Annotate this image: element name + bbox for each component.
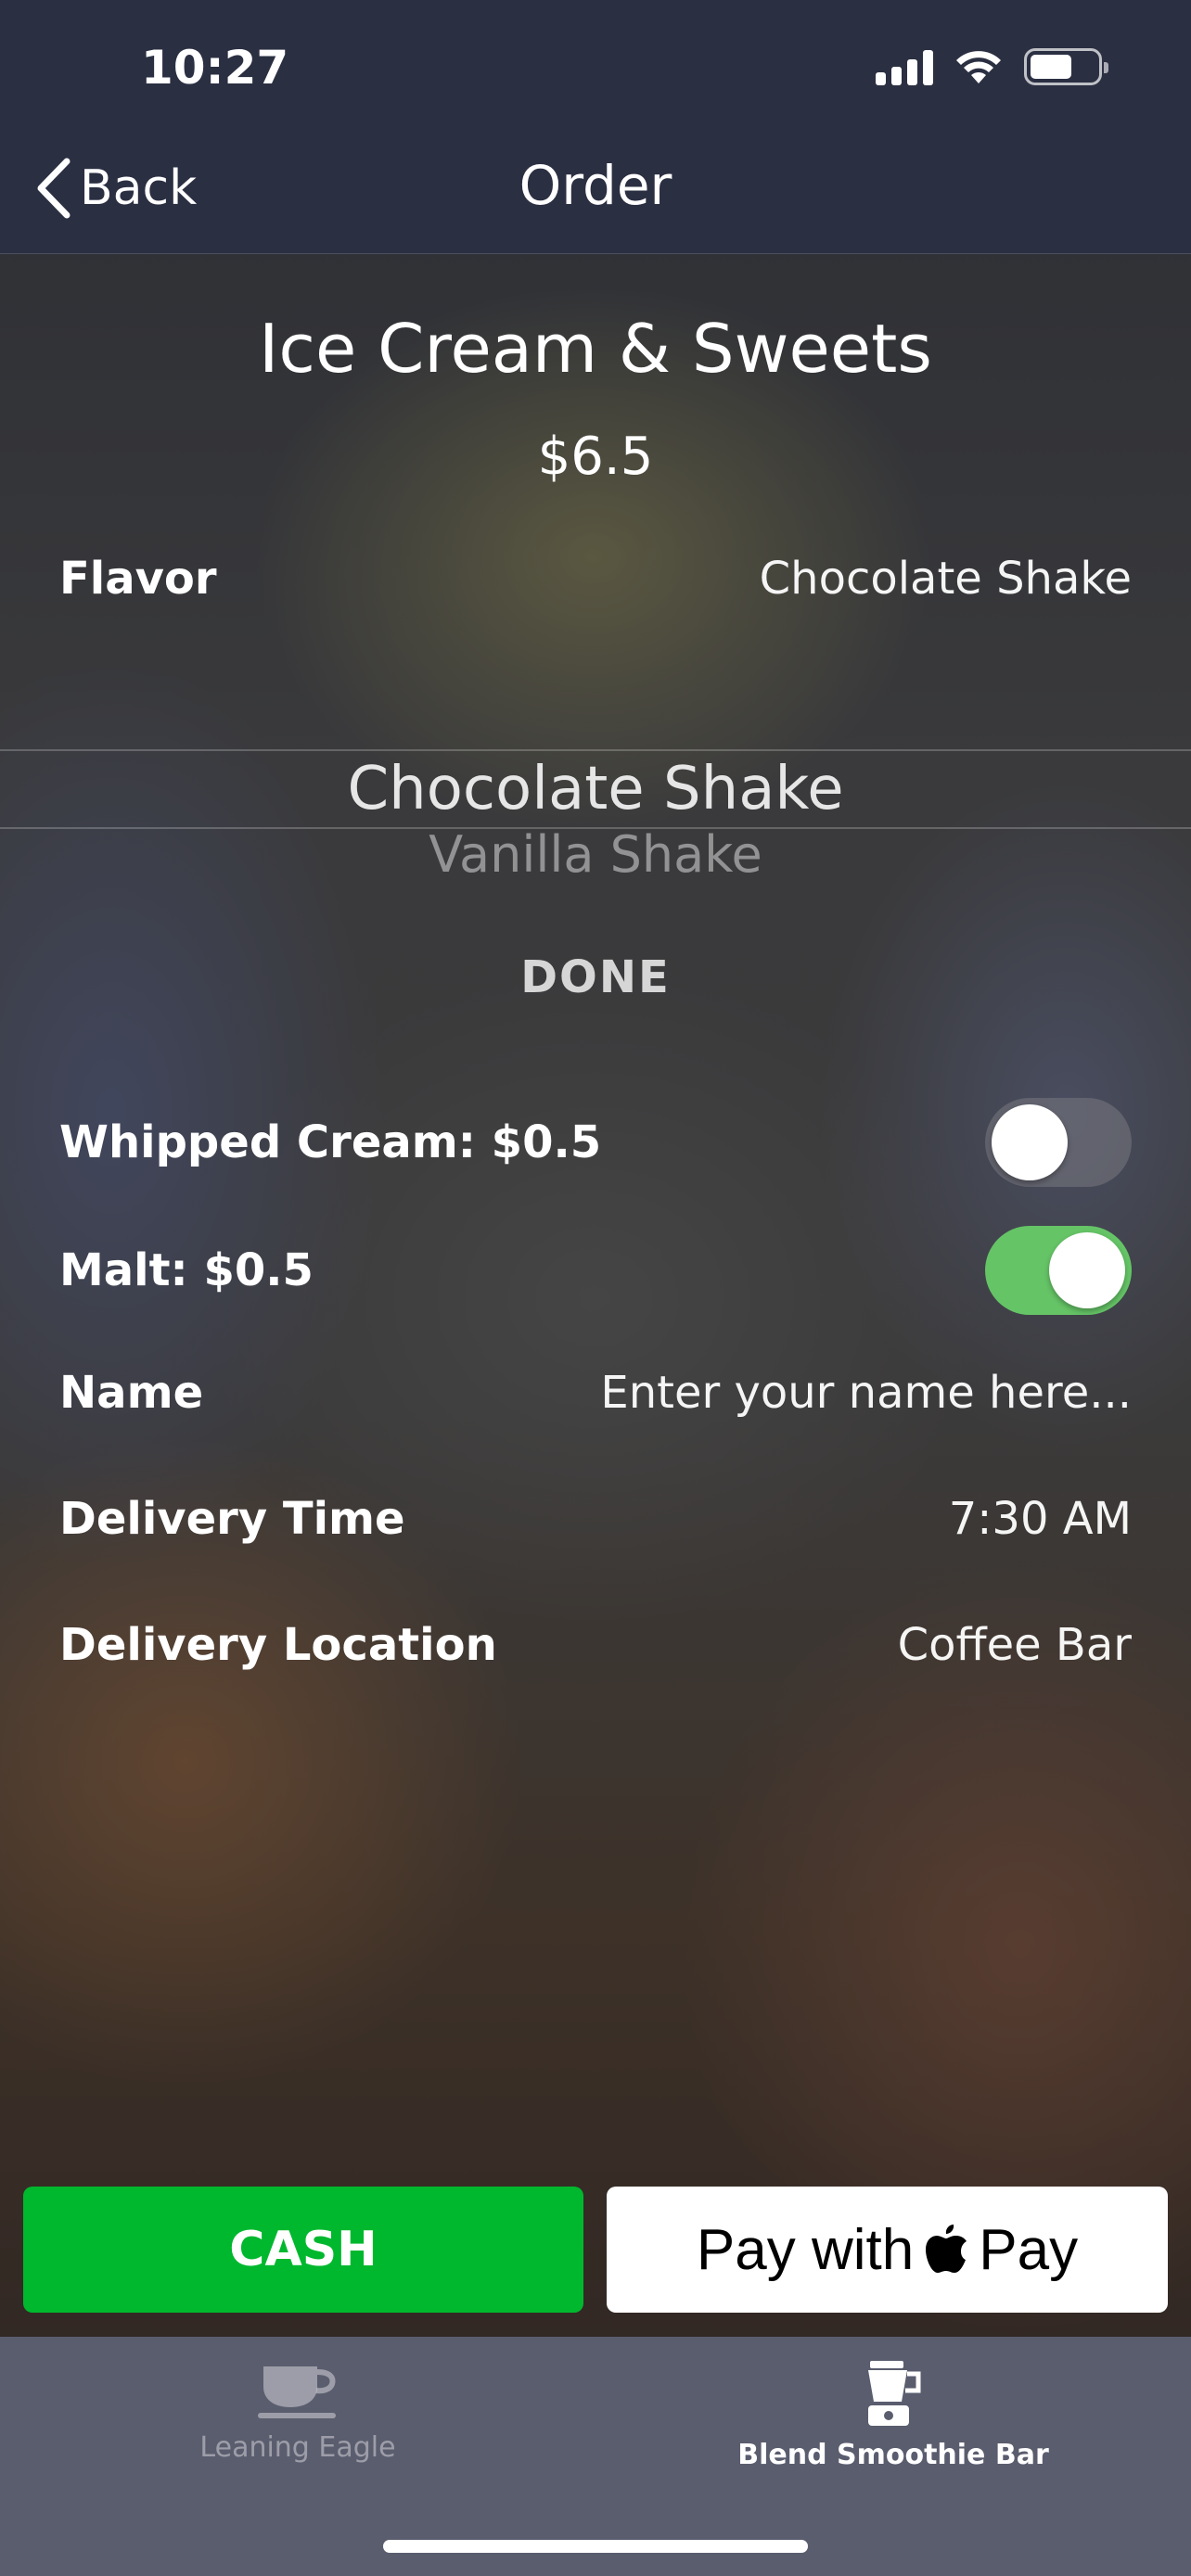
delivery-location-row[interactable]: Delivery Location Coffee Bar xyxy=(59,1619,1132,1671)
toggle-knob xyxy=(992,1104,1068,1180)
name-field[interactable]: Enter your name here... xyxy=(600,1367,1132,1419)
picker-next-option[interactable]: Vanilla Shake xyxy=(0,825,1191,884)
name-row[interactable]: Name Enter your name here... xyxy=(59,1367,1132,1419)
tab-label: Leaning Eagle xyxy=(199,2431,396,2464)
name-label: Name xyxy=(59,1367,204,1419)
flavor-value[interactable]: Chocolate Shake xyxy=(760,553,1132,605)
delivery-location-value[interactable]: Coffee Bar xyxy=(898,1619,1132,1671)
delivery-time-row[interactable]: Delivery Time 7:30 AM xyxy=(59,1493,1132,1545)
option-row-malt: Malt: $0.5 xyxy=(59,1226,1132,1315)
delivery-location-label: Delivery Location xyxy=(59,1619,497,1671)
status-icons xyxy=(876,48,1108,85)
tab-blend-smoothie-bar[interactable]: Blend Smoothie Bar xyxy=(596,2359,1191,2471)
option-row-whipped-cream: Whipped Cream: $0.5 xyxy=(59,1098,1132,1187)
flavor-label: Flavor xyxy=(59,553,217,605)
blender-icon xyxy=(868,2361,921,2426)
home-indicator xyxy=(383,2540,808,2553)
cash-button[interactable]: CASH xyxy=(23,2187,583,2313)
apple-pay-suffix: Pay xyxy=(979,2217,1079,2282)
item-title: Ice Cream & Sweets xyxy=(259,310,932,388)
item-price: $6.5 xyxy=(537,427,654,487)
battery-icon xyxy=(1024,48,1108,85)
tab-leaning-eagle[interactable]: Leaning Eagle xyxy=(0,2359,596,2464)
picker-divider-top xyxy=(0,749,1191,751)
malt-toggle[interactable] xyxy=(985,1226,1132,1315)
apple-pay-button[interactable]: Pay with Pay xyxy=(607,2187,1168,2313)
apple-logo-icon xyxy=(926,2225,967,2273)
picker-done-button[interactable]: DONE xyxy=(0,951,1191,1003)
wifi-icon xyxy=(956,51,1001,83)
cellular-signal-icon xyxy=(876,48,933,85)
apple-pay-prefix: Pay with xyxy=(696,2217,915,2282)
toggle-knob xyxy=(1049,1232,1125,1308)
flavor-row[interactable]: Flavor Chocolate Shake xyxy=(59,553,1132,605)
delivery-time-value[interactable]: 7:30 AM xyxy=(949,1493,1132,1545)
option-label: Malt: $0.5 xyxy=(59,1244,314,1296)
status-time: 10:27 xyxy=(141,41,289,95)
coffee-cup-icon xyxy=(258,2366,336,2418)
whipped-cream-toggle[interactable] xyxy=(985,1098,1132,1187)
tab-label: Blend Smoothie Bar xyxy=(737,2439,1049,2471)
option-label: Whipped Cream: $0.5 xyxy=(59,1116,602,1168)
navigation-bar: 10:27 Back Order xyxy=(0,0,1191,254)
delivery-time-label: Delivery Time xyxy=(59,1493,405,1545)
page-title: Order xyxy=(519,154,672,217)
picker-selected-option[interactable]: Chocolate Shake xyxy=(0,755,1191,823)
